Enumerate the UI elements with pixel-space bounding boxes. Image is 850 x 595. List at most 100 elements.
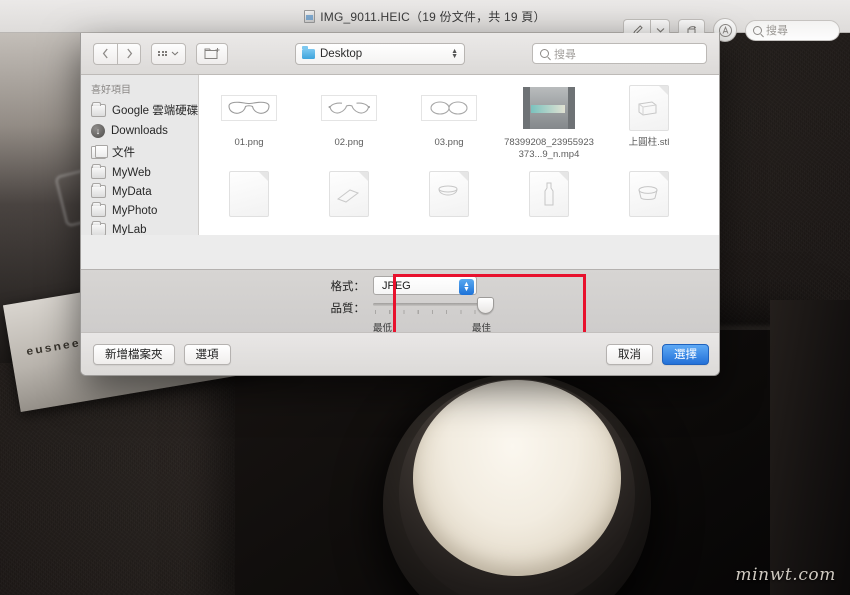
file-item-row2-5[interactable] xyxy=(599,171,699,217)
app-search-placeholder: 搜尋 xyxy=(766,25,788,37)
dialog-sidebar: 喜好項目 Google 雲端硬碟 ↓ Downloads 文件 MyWeb My… xyxy=(81,75,199,235)
file-item-02png[interactable]: 02.png xyxy=(299,85,399,161)
dialog-search-placeholder: 搜尋 xyxy=(554,48,576,61)
sidebar-item-label: MyWeb xyxy=(112,166,151,179)
sidebar-item-google-drive[interactable]: Google 雲端硬碟 xyxy=(81,99,198,121)
glasses-icon xyxy=(328,102,370,114)
screen: eusnee 0000 000 0000 IMG_9011.HEIC（19 份文… xyxy=(0,0,850,595)
glasses-thumbnail xyxy=(220,85,278,131)
choose-button[interactable]: 選擇 xyxy=(662,343,709,365)
stl-document-icon xyxy=(420,171,478,217)
dialog-body: 喜好項目 Google 雲端硬碟 ↓ Downloads 文件 MyWeb My… xyxy=(81,75,719,235)
location-label: Desktop xyxy=(320,47,363,60)
sidebar-item-documents[interactable]: 文件 xyxy=(81,141,198,163)
sidebar-item-label: MyLab xyxy=(112,223,147,236)
search-icon xyxy=(753,25,762,35)
format-select[interactable]: JPEG ▲ ▼ xyxy=(373,276,477,295)
file-item-row2-4[interactable] xyxy=(499,171,599,217)
stl-document-icon xyxy=(520,171,578,217)
footer-right-buttons: 取消 選擇 xyxy=(606,343,709,365)
dialog-search-input[interactable]: 搜尋 xyxy=(532,43,707,64)
file-item-03png[interactable]: 03.png xyxy=(399,85,499,161)
up-down-stepper-icon: ▲ ▼ xyxy=(451,47,458,60)
file-item-row2-3[interactable] xyxy=(399,171,499,217)
folder-icon xyxy=(91,164,106,179)
folder-icon xyxy=(91,221,106,235)
file-item-row2-2[interactable] xyxy=(299,171,399,217)
sidebar-item-downloads[interactable]: ↓ Downloads xyxy=(81,121,198,141)
download-icon: ↓ xyxy=(91,124,105,138)
box-right-side xyxy=(770,300,850,595)
back-button[interactable] xyxy=(93,42,117,65)
navigation-segmented-control xyxy=(93,42,141,65)
cancel-button[interactable]: 取消 xyxy=(606,343,653,365)
glasses-icon xyxy=(228,101,270,114)
new-folder-icon xyxy=(204,48,219,59)
sidebar-item-label: 文件 xyxy=(112,147,135,159)
jar-cream-surface xyxy=(413,380,621,576)
stl-document-icon xyxy=(320,171,378,217)
file-item-stl[interactable]: 上圓柱.stl xyxy=(599,85,699,161)
stl-document-icon xyxy=(620,85,678,131)
cup-model-icon xyxy=(638,186,658,200)
sidebar-item-label: Downloads xyxy=(111,125,168,137)
sidebar-item-label: Google 雲端硬碟 xyxy=(112,105,199,117)
window-title: IMG_9011.HEIC（19 份文件，共 19 頁） xyxy=(304,8,546,25)
slider-ticks xyxy=(375,310,489,314)
file-item-row2-1[interactable] xyxy=(199,171,299,217)
sidebar-header: 喜好項目 xyxy=(91,85,131,96)
new-folder-button[interactable] xyxy=(196,42,228,65)
sidebar-item-myweb[interactable]: MyWeb xyxy=(81,163,198,182)
sidebar-item-mydata[interactable]: MyData xyxy=(81,182,198,201)
file-name: 03.png xyxy=(434,137,464,148)
file-item-01png[interactable]: 01.png xyxy=(199,85,299,161)
sidebar-item-myphoto[interactable]: MyPhoto xyxy=(81,201,198,220)
sidebar-item-label: MyPhoto xyxy=(112,204,158,217)
glasses-icon xyxy=(430,100,468,115)
file-name: 01.png xyxy=(234,137,264,148)
chevron-left-icon xyxy=(102,48,108,59)
file-row: 01.png 02.png 03.png 78399208_2395592337… xyxy=(199,85,719,161)
sidebar-item-mylab[interactable]: MyLab xyxy=(81,220,198,235)
icon-view-grid-icon xyxy=(158,50,167,57)
dialog-toolbar: Desktop ▲ ▼ 搜尋 xyxy=(81,33,719,75)
export-options-panel: 格式： JPEG ▲ ▼ 品質： 最低 最佳 xyxy=(81,269,719,355)
file-name: 上圓柱.stl xyxy=(628,137,670,148)
file-row xyxy=(199,171,719,217)
documents-icon xyxy=(91,144,108,159)
chevron-down-icon xyxy=(171,51,179,56)
chevron-right-icon xyxy=(126,48,132,59)
label-brand-text: eusnee xyxy=(25,337,82,359)
folder-icon xyxy=(91,101,106,117)
app-search-field[interactable]: 搜尋 xyxy=(745,19,840,41)
forward-button[interactable] xyxy=(117,42,141,65)
quality-label: 品質： xyxy=(330,303,366,315)
options-button[interactable]: 選項 xyxy=(183,343,231,365)
file-item-video[interactable]: 78399208_23955923373...9_n.mp4 xyxy=(499,85,599,161)
window-title-text: IMG_9011.HEIC（19 份文件，共 19 頁） xyxy=(320,9,546,24)
slider-track xyxy=(373,303,491,306)
quality-row: 品質： xyxy=(317,297,494,317)
glasses-thumbnail xyxy=(420,85,478,131)
folder-icon xyxy=(91,183,106,198)
search-icon xyxy=(540,49,549,58)
format-row: 格式： JPEG ▲ ▼ xyxy=(317,276,491,295)
footer-left-buttons: 新增檔案夾 選項 xyxy=(93,343,231,365)
format-label: 格式： xyxy=(330,280,366,293)
up-down-stepper-icon: ▲ ▼ xyxy=(459,278,474,295)
export-dialog: Desktop ▲ ▼ 搜尋 喜好項目 Google 雲端硬碟 ↓ Downlo… xyxy=(80,33,720,376)
stl-document-icon xyxy=(620,171,678,217)
location-popup-button[interactable]: Desktop ▲ ▼ xyxy=(295,42,465,65)
glasses-thumbnail xyxy=(320,85,378,131)
dialog-footer: 新增檔案夾 選項 取消 選擇 xyxy=(81,332,719,375)
format-value: JPEG xyxy=(382,279,411,292)
new-folder-button[interactable]: 新增檔案夾 xyxy=(93,343,175,365)
stl-document-icon xyxy=(220,171,278,217)
quality-slider[interactable] xyxy=(373,297,494,317)
sidebar-item-label: MyData xyxy=(112,185,152,198)
blue-folder-icon xyxy=(302,46,315,59)
view-mode-button[interactable] xyxy=(151,42,186,65)
slider-thumb[interactable] xyxy=(477,297,494,314)
bottle-model-icon xyxy=(544,182,554,206)
file-grid[interactable]: 01.png 02.png 03.png 78399208_2395592337… xyxy=(199,75,719,235)
